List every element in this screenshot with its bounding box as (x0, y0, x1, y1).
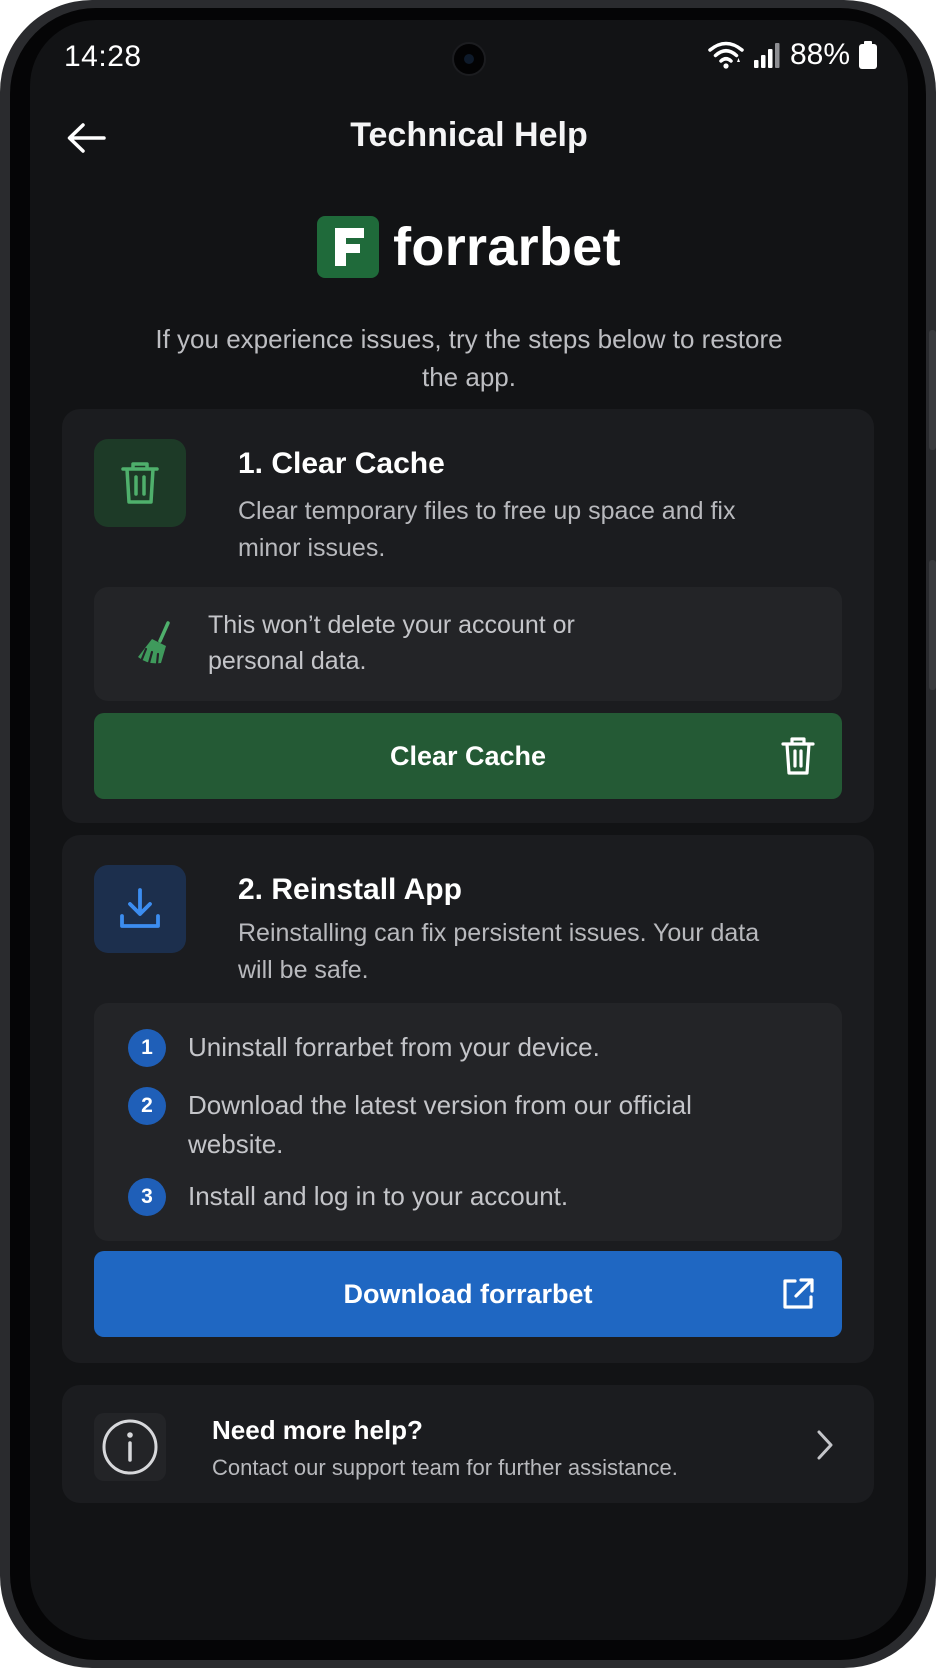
reinstall-step: 3 Install and log in to your account. (128, 1177, 708, 1216)
step-number: 2 (128, 1087, 166, 1125)
info-icon (94, 1413, 166, 1481)
chevron-right-icon (816, 1429, 834, 1461)
clear-cache-button[interactable]: Clear Cache (94, 713, 842, 799)
reinstall-title: 2. Reinstall App (238, 873, 462, 906)
clear-cache-icon-tile (94, 439, 186, 527)
status-time: 14:28 (64, 40, 142, 73)
download-button[interactable]: Download forrarbet (94, 1251, 842, 1337)
brand-name: forrarbet (393, 217, 621, 277)
step-number: 3 (128, 1178, 166, 1216)
external-link-icon (780, 1276, 816, 1312)
clear-cache-note-text: This won’t delete your account or person… (208, 611, 575, 675)
trash-icon (121, 462, 159, 504)
step-text: Download the latest version from our off… (188, 1090, 692, 1159)
clear-cache-note: This won’t delete your account or person… (94, 587, 842, 701)
page-title: Technical Help (350, 116, 588, 154)
screen: 14:28 88% Technical Help forrarbet If yo… (30, 20, 908, 1640)
status-icons: 88% (708, 38, 878, 72)
download-icon (120, 888, 160, 928)
reinstall-steps: 1 Uninstall forrarbet from your device. … (94, 1003, 842, 1241)
battery-icon (858, 40, 878, 70)
volume-button (929, 330, 936, 450)
broom-icon (134, 619, 180, 674)
download-button-label: Download forrarbet (343, 1278, 593, 1309)
step-text: Install and log in to your account. (188, 1181, 569, 1211)
reinstall-step: 2 Download the latest version from our o… (128, 1086, 708, 1164)
reinstall-description: Reinstalling can fix persistent issues. … (238, 919, 760, 984)
clear-cache-description: Clear temporary files to free up space a… (238, 497, 736, 562)
brand-logo: forrarbet (30, 216, 908, 278)
clear-cache-card: 1. Clear Cache Clear temporary files to … (62, 409, 874, 823)
need-help-card[interactable]: Need more help? Contact our support team… (62, 1385, 874, 1503)
phone-frame: 14:28 88% Technical Help forrarbet If yo… (0, 0, 936, 1668)
step-number: 1 (128, 1029, 166, 1067)
need-help-description: Contact our support team for further ass… (212, 1455, 678, 1480)
reinstall-card: 2. Reinstall App Reinstalling can fix pe… (62, 835, 874, 1363)
reinstall-step: 1 Uninstall forrarbet from your device. (128, 1028, 708, 1067)
battery-percent: 88% (789, 38, 850, 71)
power-button (929, 560, 936, 690)
step-text: Uninstall forrarbet from your device. (188, 1032, 600, 1062)
signal-icon (752, 40, 782, 70)
reinstall-icon-tile (94, 865, 186, 953)
need-help-title: Need more help? (212, 1415, 423, 1445)
brand-mark-icon (317, 216, 380, 278)
trash-icon (780, 736, 816, 776)
clear-cache-title: 1. Clear Cache (238, 447, 445, 480)
wifi-icon (708, 40, 744, 70)
clear-cache-button-label: Clear Cache (389, 740, 547, 771)
front-camera (452, 42, 486, 76)
intro-text: If you experience issues, try the steps … (155, 324, 783, 392)
